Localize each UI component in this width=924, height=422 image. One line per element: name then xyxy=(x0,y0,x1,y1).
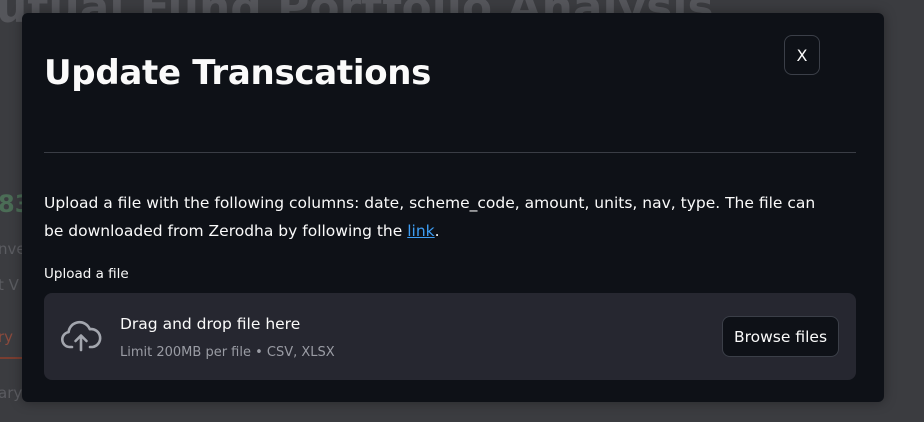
browse-files-button[interactable]: Browse files xyxy=(722,316,839,357)
dialog-title: Update Transcations xyxy=(44,53,432,93)
background-label-fragment: t V xyxy=(0,276,19,294)
dialog-description: Upload a file with the following columns… xyxy=(44,189,834,245)
background-text-fragment: ary xyxy=(0,384,23,402)
zerodha-link[interactable]: link xyxy=(407,222,434,240)
update-transactions-dialog: X Update Transcations Upload a file with… xyxy=(22,13,884,402)
file-uploader-label: Upload a file xyxy=(44,266,129,282)
dropzone-file-limit: Limit 200MB per file • CSV, XLSX xyxy=(120,345,335,360)
background-tab-fragment: ry xyxy=(0,328,14,346)
description-end: . xyxy=(434,222,440,240)
dropzone-instructions: Drag and drop file here xyxy=(120,315,301,333)
divider xyxy=(44,152,856,153)
file-dropzone[interactable]: Drag and drop file here Limit 200MB per … xyxy=(44,293,856,380)
close-button[interactable]: X xyxy=(784,35,820,75)
cloud-upload-icon xyxy=(61,320,102,352)
